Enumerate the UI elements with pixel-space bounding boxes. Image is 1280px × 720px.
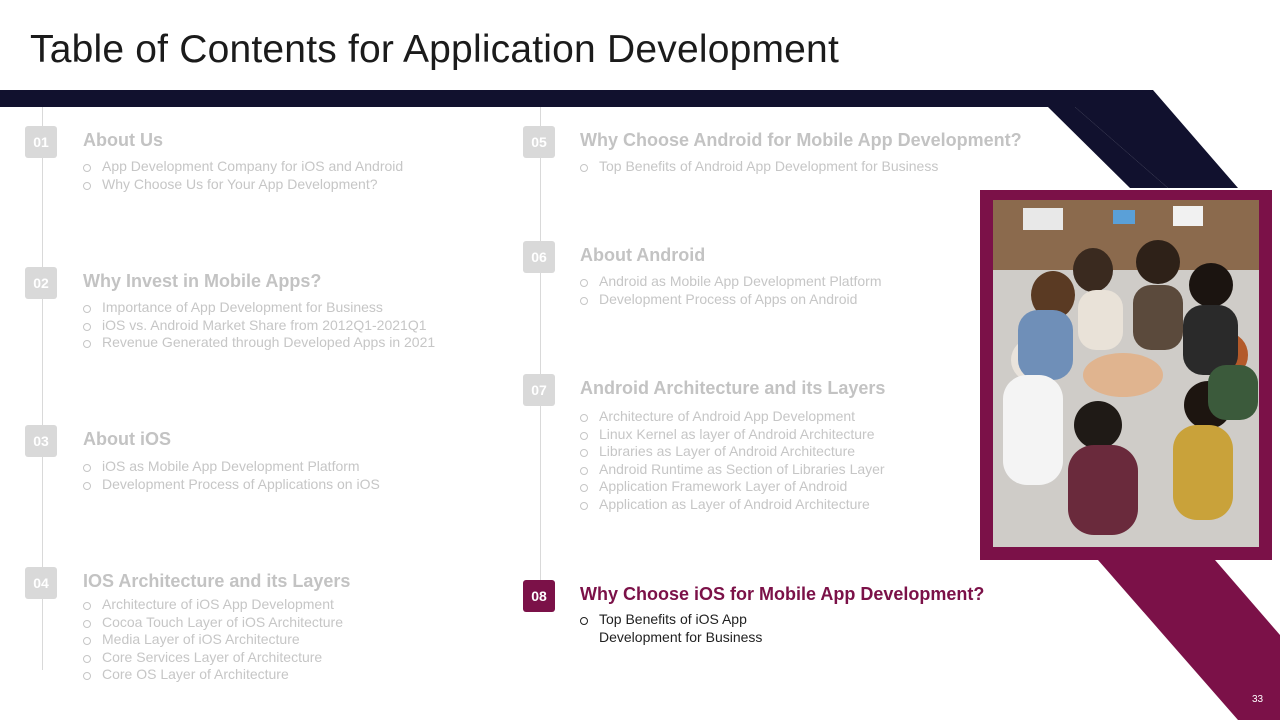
bullet-icon [83,602,91,610]
bullet-icon [580,296,588,305]
list-item: Architecture of Android App Development [580,408,885,426]
list-item: Development Process of Apps on Android [580,291,881,309]
bullet-icon [580,279,588,287]
bullet-icon [580,414,588,422]
section-number: 01 [25,126,57,158]
bullet-icon [83,164,91,172]
section-number: 06 [523,241,555,273]
section-title: Android Architecture and its Layers [580,378,886,398]
section-title: Why Choose Android for Mobile App Develo… [580,130,1022,150]
bullet-icon [83,464,91,472]
list-item: Top Benefits of Android App Development … [580,158,938,176]
list-item: Application Framework Layer of Android [580,478,885,496]
bullet-icon [580,431,588,440]
section-number: 04 [25,567,57,599]
section-items: Android as Mobile App Development Platfo… [580,273,881,308]
list-item: Why Choose Us for Your App Development? [83,176,403,194]
bullet-icon [83,181,91,190]
section-items: Top Benefits of iOS App Development for … [580,611,762,646]
section-title: About iOS [83,429,171,449]
list-item: Importance of App Development for Busine… [83,299,435,317]
list-item: Application as Layer of Android Architec… [580,496,885,514]
list-item: Android as Mobile App Development Platfo… [580,273,881,291]
photo-illustration [993,200,1259,547]
section-items: Architecture of Android App Development … [580,408,885,514]
bullet-icon [83,637,91,646]
bullet-icon [580,449,588,458]
bullet-icon [83,654,91,663]
bullet-icon [83,340,91,349]
list-item: Core Services Layer of Architecture [83,649,343,667]
bullet-icon [83,305,91,313]
list-item: Libraries as Layer of Android Architectu… [580,443,885,461]
team-huddle-photo [993,200,1259,547]
bullet-icon [83,481,91,490]
list-item: Development Process of Applications on i… [83,476,380,494]
section-items: Importance of App Development for Busine… [83,299,435,352]
list-item: Core OS Layer of Architecture [83,666,343,684]
section-items: Architecture of iOS App Development Coco… [83,596,343,684]
section-title: Why Choose iOS for Mobile App Developmen… [580,584,985,604]
bullet-icon [580,617,588,625]
list-item: iOS as Mobile App Development Platform [83,458,380,476]
bullet-icon [580,501,588,510]
page-number: 33 [1252,694,1264,705]
list-item: iOS vs. Android Market Share from 2012Q1… [83,317,435,335]
list-item: Android Runtime as Section of Libraries … [580,461,885,479]
bullet-icon [83,672,91,681]
section-number: 05 [523,126,555,158]
section-number: 08 [523,580,555,612]
page-title: Table of Contents for Application Develo… [30,28,839,71]
section-items: iOS as Mobile App Development Platform D… [83,458,380,493]
list-item: Top Benefits of iOS App [580,611,762,629]
list-item: App Development Company for iOS and Andr… [83,158,403,176]
section-items: Top Benefits of Android App Development … [580,158,938,176]
bullet-icon [83,619,91,628]
section-title: Why Invest in Mobile Apps? [83,271,322,291]
list-item: Cocoa Touch Layer of iOS Architecture [83,614,343,632]
section-number: 07 [523,374,555,406]
section-items: App Development Company for iOS and Andr… [83,158,403,193]
section-number: 03 [25,425,57,457]
bullet-icon [83,322,91,331]
bullet-icon [580,466,588,475]
list-item: Development for Business [599,628,763,645]
list-item: Media Layer of iOS Architecture [83,631,343,649]
list-item: Linux Kernel as layer of Android Archite… [580,426,885,444]
list-item: Revenue Generated through Developed Apps… [83,334,435,352]
section-title: About Android [580,245,706,265]
section-title: About Us [83,130,163,150]
section-number: 02 [25,267,57,299]
list-item: Architecture of iOS App Development [83,596,343,614]
section-title: IOS Architecture and its Layers [83,571,351,591]
bullet-icon [580,164,588,172]
bullet-icon [580,484,588,493]
timeline-line-right [540,107,541,587]
photo-frame [980,190,1272,560]
